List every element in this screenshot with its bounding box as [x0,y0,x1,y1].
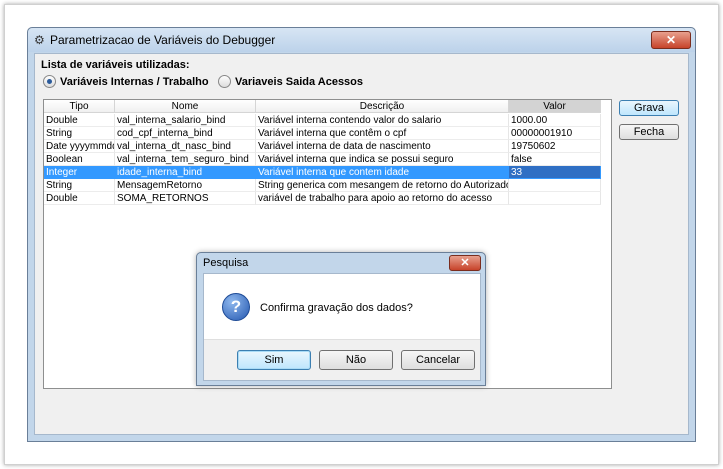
column-header-nome[interactable]: Nome [115,100,256,113]
fecha-button[interactable]: Fecha [619,124,679,140]
cell-valor[interactable]: 19750602 [509,140,601,153]
cell-tipo[interactable]: Date yyyymmdd [44,140,115,153]
sim-button[interactable]: Sim [237,350,311,370]
cell-descricao[interactable]: Variável interna contendo valor do salar… [256,114,509,127]
cell-descricao[interactable]: Variável interna que indica se possui se… [256,153,509,166]
nao-button[interactable]: Não [319,350,393,370]
cell-nome[interactable]: idade_interna_bind [115,166,256,179]
cell-valor[interactable]: 00000001910 [509,127,601,140]
table-row[interactable]: Integer idade_interna_bind Variável intern… [44,166,601,179]
cell-tipo[interactable]: Double [44,192,115,205]
radio-variaveis-internas[interactable]: Variáveis Internas / Trabalho [43,75,209,88]
table-row[interactable]: String cod_cpf_interna_bind Variável inter… [44,127,601,140]
cell-tipo[interactable]: String [44,127,115,140]
table-row[interactable]: Date yyyymmdd val_interna_dt_nasc_bind Var… [44,140,601,153]
table-row[interactable]: Boolean val_interna_tem_seguro_bind Variáv… [44,153,601,166]
confirm-dialog: Pesquisa ✕ ? Confirma gravação dos dados… [196,252,486,386]
column-header-tipo[interactable]: Tipo [44,100,115,113]
cell-nome[interactable]: SOMA_RETORNOS [115,192,256,205]
cell-valor[interactable]: 1000.00 [509,114,601,127]
dialog-footer: Sim Não Cancelar [204,339,480,380]
cell-nome[interactable]: val_interna_dt_nasc_bind [115,140,256,153]
radio-variaveis-saida[interactable]: Variaveis Saida Acessos [218,75,363,88]
cell-valor[interactable]: false [509,153,601,166]
radio-button-checked[interactable] [43,75,56,88]
window-title: Parametrizacao de Variáveis do Debugger [50,33,276,47]
dialog-close-button[interactable]: ✕ [449,255,481,271]
cancelar-button[interactable]: Cancelar [401,350,475,370]
table-header: Tipo Nome Descrição Valor [44,100,611,114]
table-row[interactable]: Double SOMA_RETORNOS variável de trabalho … [44,192,601,205]
table-row[interactable]: Double val_interna_salario_bind Variável i… [44,114,601,127]
cell-tipo[interactable]: Double [44,114,115,127]
title-bar: ⚙ Parametrizacao de Variáveis do Debugge… [28,28,695,52]
dialog-body: ? Confirma gravação dos dados? Sim Não C… [203,273,481,381]
cell-tipo[interactable]: Boolean [44,153,115,166]
window-close-button[interactable]: ✕ [651,31,691,49]
cell-descricao[interactable]: Variável interna que contêm o cpf [256,127,509,140]
radio-label: Variaveis Saida Acessos [235,75,364,88]
cell-nome[interactable]: cod_cpf_interna_bind [115,127,256,140]
dialog-title: Pesquisa [203,257,249,269]
table-row[interactable]: String MensagemRetorno String generica com… [44,179,601,192]
radio-label: Variáveis Internas / Trabalho [60,75,209,88]
cell-tipo[interactable]: Integer [44,166,115,179]
cell-descricao[interactable]: variável de trabalho para apoio ao retor… [256,192,509,205]
cell-descricao[interactable]: String generica com mesangem de retorno … [256,179,509,192]
cell-valor[interactable] [509,192,601,205]
cell-nome[interactable]: val_interna_salario_bind [115,114,256,127]
cell-nome[interactable]: val_interna_tem_seguro_bind [115,153,256,166]
cell-nome[interactable]: MensagemRetorno [115,179,256,192]
cell-descricao[interactable]: Variável interna de data de nascimento [256,140,509,153]
app-gear-icon: ⚙ [34,33,45,47]
lista-label: Lista de variáveis utilizadas: [41,59,190,71]
cell-valor[interactable]: 33 [509,166,601,179]
question-icon: ? [222,293,250,321]
cell-descricao[interactable]: Variável interna que contem idade [256,166,509,179]
column-header-descricao[interactable]: Descrição [256,100,509,113]
grava-button[interactable]: Grava [619,100,679,116]
column-header-valor[interactable]: Valor [509,100,601,113]
cell-valor[interactable] [509,179,601,192]
cell-tipo[interactable]: String [44,179,115,192]
radio-button[interactable] [218,75,231,88]
dialog-message: Confirma gravação dos dados? [260,302,413,314]
